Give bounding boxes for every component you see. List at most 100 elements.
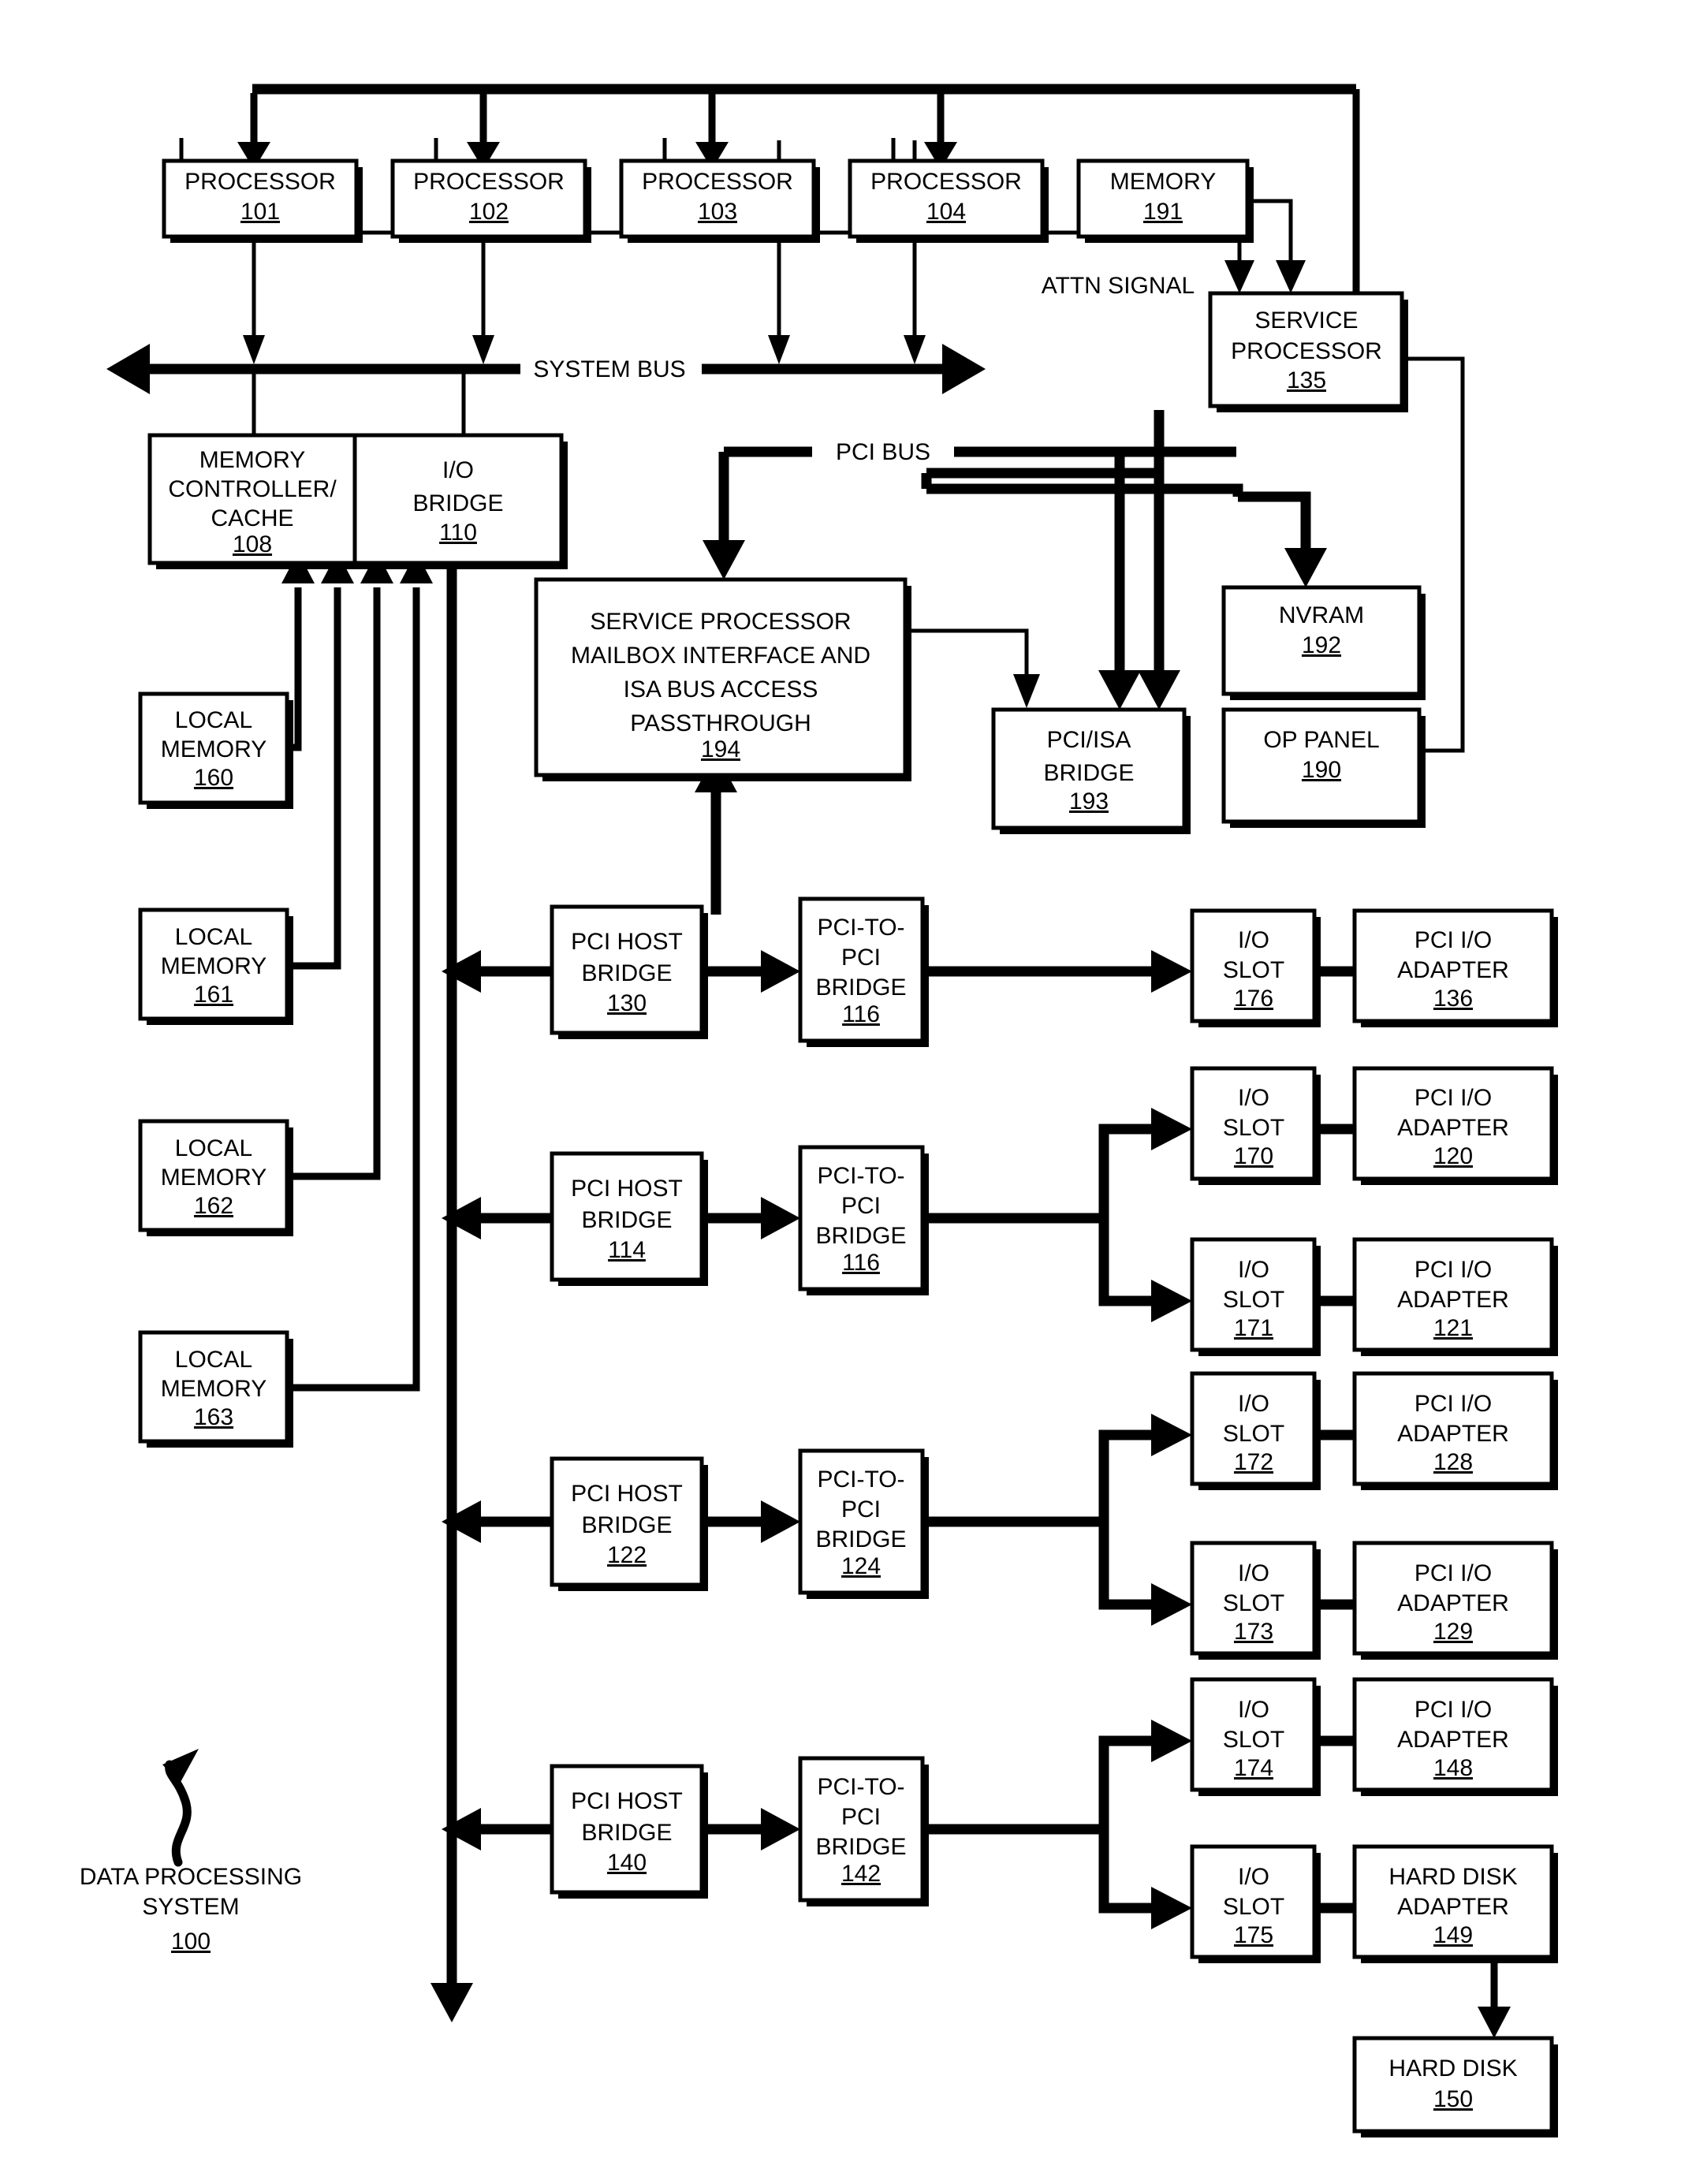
- block-processor-103[interactable]: PROCESSOR 103: [619, 158, 820, 243]
- block-pci-to-pci-bridge-116-row1[interactable]: PCI-TO- PCI BRIDGE 116: [798, 896, 929, 1047]
- block-pci-isa-bridge-193[interactable]: PCI/ISA BRIDGE 193: [991, 707, 1191, 834]
- arrowhead-phb140-ptp: [761, 1808, 800, 1850]
- block-hard-disk-adapter-149[interactable]: HARD DISK ADAPTER 149: [1352, 1844, 1558, 1963]
- ptp124-branch-up: [1098, 1429, 1155, 1522]
- memory-controller-label-3: CACHE: [211, 505, 293, 531]
- service-processor-ref: 135: [1287, 367, 1326, 393]
- io-slot-171-label-2: SLOT: [1223, 1287, 1284, 1313]
- io-bridge-ref: 110: [439, 520, 477, 546]
- io-slot-172-label-1: I/O: [1238, 1391, 1269, 1417]
- block-processor-102[interactable]: PROCESSOR 102: [390, 158, 591, 243]
- block-service-processor-135[interactable]: SERVICE PROCESSOR 135: [1208, 291, 1408, 412]
- ptp-116b-label-1: PCI-TO-: [817, 1163, 904, 1189]
- arrowhead-phb114-ptp: [761, 1197, 800, 1239]
- block-io-slot-175[interactable]: I/O SLOT 175: [1190, 1844, 1321, 1963]
- block-local-memory-161[interactable]: LOCAL MEMORY 161: [138, 908, 293, 1025]
- block-io-slot-173[interactable]: I/O SLOT 173: [1190, 1541, 1321, 1660]
- block-processor-101[interactable]: PROCESSOR 101: [162, 158, 363, 243]
- block-io-slot-172[interactable]: I/O SLOT 172: [1190, 1371, 1321, 1490]
- block-pci-to-pci-bridge-116-row2[interactable]: PCI-TO- PCI BRIDGE 116: [798, 1145, 929, 1295]
- figure-caption-group: DATA PROCESSING SYSTEM 100: [80, 1749, 302, 1955]
- block-adapter-128[interactable]: PCI I/O ADAPTER 128: [1352, 1371, 1558, 1490]
- pci-bus-label: PCI BUS: [836, 439, 930, 465]
- service-processor-label-2: PROCESSOR: [1231, 338, 1382, 364]
- io-slot-176-label-2: SLOT: [1223, 957, 1284, 983]
- ptp116b-branch-up: [1098, 1124, 1155, 1218]
- block-adapter-136[interactable]: PCI I/O ADAPTER 136: [1352, 908, 1558, 1027]
- block-pci-to-pci-bridge-124[interactable]: PCI-TO- PCI BRIDGE 124: [798, 1448, 929, 1599]
- sp-to-nvram: [1238, 491, 1311, 552]
- block-adapter-148[interactable]: PCI I/O ADAPTER 148: [1352, 1677, 1558, 1796]
- block-io-slot-170[interactable]: I/O SLOT 170: [1190, 1066, 1321, 1185]
- phb-130-ref: 130: [607, 990, 647, 1016]
- ptp-116b-label-2: PCI: [841, 1193, 881, 1219]
- local-memory-161-label-2: MEMORY: [161, 953, 266, 979]
- ptp-116a-label-1: PCI-TO-: [817, 915, 904, 941]
- adapter-136-label-1: PCI I/O: [1414, 927, 1492, 953]
- block-pci-host-bridge-114[interactable]: PCI HOST BRIDGE 114: [550, 1151, 708, 1286]
- block-io-slot-176[interactable]: I/O SLOT 176: [1190, 908, 1321, 1027]
- adapter-121-label-1: PCI I/O: [1414, 1257, 1492, 1283]
- phb-114-label-2: BRIDGE: [581, 1207, 672, 1233]
- arrowhead-mailbox-to-isabridge: [1013, 674, 1040, 708]
- block-adapter-121[interactable]: PCI I/O ADAPTER 121: [1352, 1237, 1558, 1356]
- ptp142-branch-down: [1098, 1829, 1155, 1914]
- io-slot-170-ref: 170: [1234, 1143, 1273, 1169]
- ptp-124-ref: 124: [841, 1553, 881, 1579]
- block-adapter-129[interactable]: PCI I/O ADAPTER 129: [1352, 1541, 1558, 1660]
- block-pci-host-bridge-140[interactable]: PCI HOST BRIDGE 140: [550, 1764, 708, 1899]
- ptp116b-branch-down: [1098, 1218, 1155, 1306]
- block-sp-mailbox-194[interactable]: SERVICE PROCESSOR MAILBOX INTERFACE AND …: [534, 577, 911, 781]
- block-local-memory-163[interactable]: LOCAL MEMORY 163: [138, 1330, 293, 1448]
- block-memory-191[interactable]: MEMORY 191: [1076, 158, 1254, 243]
- sp-mailbox-label-2: MAILBOX INTERFACE AND: [571, 643, 870, 669]
- io-slot-173-label-1: I/O: [1238, 1560, 1269, 1586]
- block-processor-104[interactable]: PROCESSOR 104: [848, 158, 1049, 243]
- arrowhead-proc1-sysbus: [243, 335, 265, 364]
- arrowhead-proc4-sysbus: [904, 335, 926, 364]
- adapter-121-ref: 121: [1433, 1315, 1473, 1341]
- block-io-slot-171[interactable]: I/O SLOT 171: [1190, 1237, 1321, 1356]
- block-pci-host-bridge-130[interactable]: PCI HOST BRIDGE 130: [550, 904, 708, 1039]
- ptp142-branch-up: [1098, 1735, 1155, 1829]
- memory-191-ref: 191: [1143, 199, 1183, 225]
- memory-191-label: MEMORY: [1110, 169, 1216, 195]
- block-pci-to-pci-bridge-142[interactable]: PCI-TO- PCI BRIDGE 142: [798, 1756, 929, 1906]
- block-nvram-192[interactable]: NVRAM 192: [1221, 585, 1426, 700]
- system-bus-left-arrowhead: [106, 344, 150, 394]
- hard-disk-ref: 150: [1433, 2086, 1473, 2112]
- figure-caption-ref: 100: [171, 1929, 211, 1955]
- sp-mailbox-label-4: PASSTHROUGH: [630, 710, 811, 736]
- block-local-memory-160[interactable]: LOCAL MEMORY 160: [138, 691, 293, 809]
- arrowhead-harddisk: [1478, 2007, 1511, 2038]
- ptp-116a-label-3: BRIDGE: [815, 975, 906, 1001]
- block-op-panel-190[interactable]: OP PANEL 190: [1221, 707, 1426, 828]
- io-slot-170-label-1: I/O: [1238, 1085, 1269, 1111]
- block-hard-disk-150[interactable]: HARD DISK 150: [1352, 2036, 1558, 2137]
- hard-disk-label: HARD DISK: [1388, 2055, 1517, 2082]
- block-io-bridge-110[interactable]: I/O BRIDGE 110: [352, 433, 568, 569]
- block-io-slot-174[interactable]: I/O SLOT 174: [1190, 1677, 1321, 1796]
- io-slot-175-label-2: SLOT: [1223, 1894, 1284, 1920]
- pci-isa-bridge-ref: 193: [1069, 788, 1109, 814]
- ptp-142-ref: 142: [841, 1861, 881, 1887]
- adapter-128-ref: 128: [1433, 1449, 1473, 1475]
- block-memory-controller-108[interactable]: MEMORY CONTROLLER/ CACHE 108: [147, 433, 361, 569]
- arrowhead-memory-to-sp: [1276, 260, 1306, 293]
- attn-signal-label: ATTN SIGNAL: [1042, 273, 1195, 299]
- io-slot-175-ref: 175: [1234, 1922, 1273, 1948]
- arrowhead-slot174: [1151, 1720, 1192, 1762]
- adapter-148-ref: 148: [1433, 1755, 1473, 1781]
- adapter-128-label-1: PCI I/O: [1414, 1391, 1492, 1417]
- ptp124-branch-down: [1098, 1522, 1155, 1610]
- phb-140-ref: 140: [607, 1850, 647, 1876]
- block-adapter-120[interactable]: PCI I/O ADAPTER 120: [1352, 1066, 1558, 1185]
- caption-leader-arrowhead: [162, 1749, 199, 1783]
- system-bus-label: SYSTEM BUS: [533, 356, 685, 382]
- processor-101-label: PROCESSOR: [184, 169, 336, 195]
- phb-122-ref: 122: [607, 1542, 647, 1568]
- op-panel-ref: 190: [1302, 757, 1341, 783]
- block-local-memory-162[interactable]: LOCAL MEMORY 162: [138, 1119, 293, 1236]
- arrowhead-phb130-ptp: [761, 950, 800, 993]
- block-pci-host-bridge-122[interactable]: PCI HOST BRIDGE 122: [550, 1456, 708, 1591]
